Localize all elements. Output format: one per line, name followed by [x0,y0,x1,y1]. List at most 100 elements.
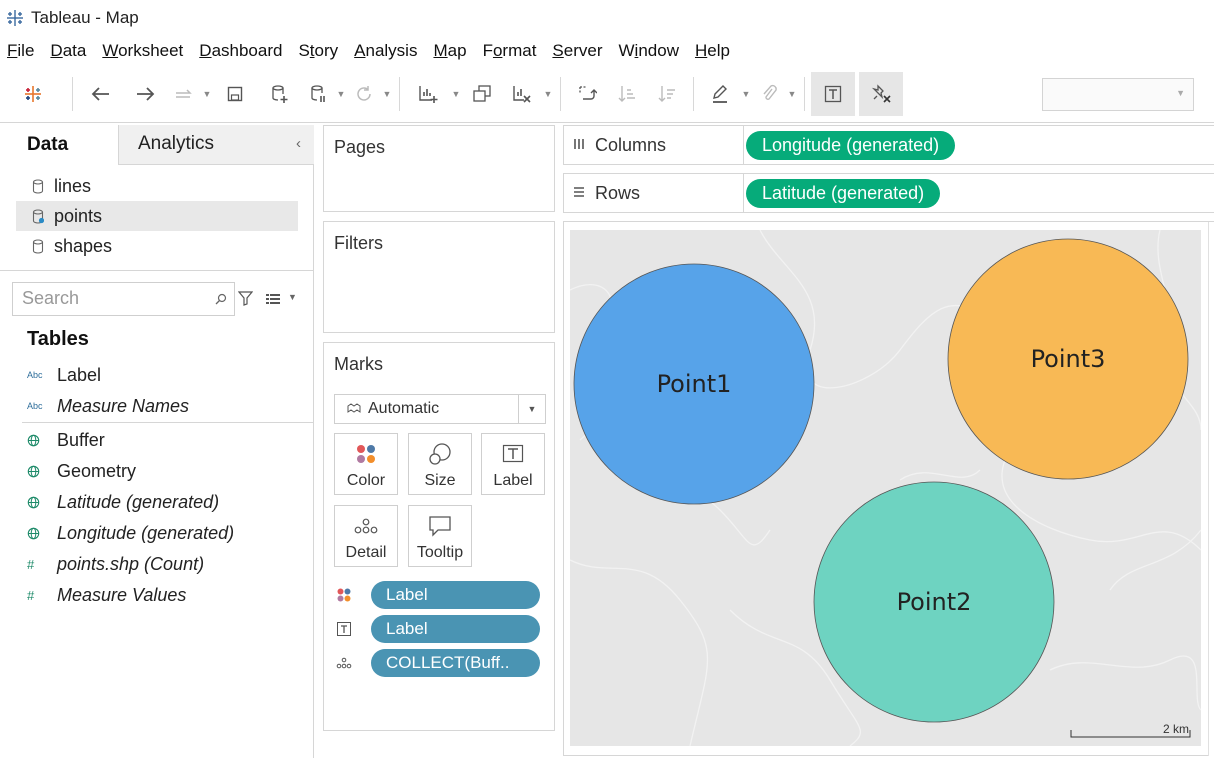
scale-label: 2 km [1163,722,1189,736]
menu-dashboard[interactable]: Dashboard [199,41,282,61]
field-item[interactable]: # Measure Values [0,580,314,610]
menu-worksheet[interactable]: Worksheet [102,41,183,61]
field-label: Longitude (generated) [57,522,235,543]
menu-analysis[interactable]: Analysis [354,41,417,61]
new-datasource-icon[interactable] [257,72,301,116]
database-icon [30,238,46,254]
redo-icon[interactable] [123,72,167,116]
latitude-pill[interactable]: Latitude (generated) [746,179,941,208]
marks-pill-row: Label [334,580,542,610]
size-button[interactable]: Size [408,433,472,495]
rows-shelf[interactable]: Rows Latitude (generated) [563,173,1214,213]
database-icon [30,178,46,194]
menu-story[interactable]: Story [298,41,338,61]
color-button[interactable]: Color [334,433,398,495]
size-label: Size [424,472,456,489]
data-pane: Data Analytics ‹ lines points shapes ▼ Tab… [0,125,314,758]
field-label: Measure Names [57,395,190,416]
clear-sheet-dropdown-icon[interactable]: ▼ [542,89,554,99]
datasource-label: lines [54,175,92,196]
undo-icon[interactable] [79,72,123,116]
refresh-dropdown-icon[interactable]: ▼ [381,89,393,99]
tooltip-label: Tooltip [416,544,464,561]
duplicate-icon[interactable] [462,72,502,116]
pages-card[interactable]: Pages [323,125,555,212]
columns-shelf[interactable]: Columns Longitude (generated) [563,125,1214,165]
field-item[interactable]: # points.shp (Count) [0,549,314,579]
menu-map[interactable]: Map [433,41,466,61]
map-view[interactable]: Point1 Point2 Point3 2 km [570,230,1201,746]
menu-file[interactable]: File [7,41,34,61]
filter-icon[interactable] [237,291,254,309]
datasource-dropdown-icon[interactable]: ▼ [335,89,347,99]
field-label: Label [57,364,102,385]
replay-dropdown-icon[interactable]: ▼ [201,89,213,99]
menu-window[interactable]: Window [619,41,679,61]
list-view-icon[interactable] [266,292,280,308]
group-icon[interactable] [752,72,786,116]
show-labels-icon[interactable] [811,72,855,116]
datasource-item[interactable]: shapes [16,231,298,261]
detail-label: Detail [345,544,387,561]
tab-data[interactable]: Data [0,125,119,165]
tableau-icon[interactable] [0,72,66,116]
sort-descending-icon[interactable] [647,72,687,116]
refresh-icon[interactable] [347,72,381,116]
title-bar: Tableau - Map [0,0,1214,36]
save-icon[interactable] [213,72,257,116]
pause-updates-icon[interactable] [301,72,335,116]
datasource-label: shapes [54,235,113,256]
pane-tabs: Data Analytics ‹ [0,125,314,165]
field-item[interactable]: Abc Measure Names [0,391,314,421]
marks-card: Marks Automatic ▼ Color Size Label Detai… [323,342,555,731]
search-input[interactable] [22,283,212,313]
toolbar-dropdown[interactable]: ▼ [1042,78,1194,111]
collect-buffer-pill[interactable]: COLLECT(Buff.. [371,649,540,677]
datasource-item[interactable]: lines [16,171,298,201]
map-point-label: Point3 [1031,345,1106,373]
detail-button[interactable]: Detail [334,505,398,567]
field-item[interactable]: Latitude (generated) [0,487,314,517]
new-worksheet-icon[interactable] [406,72,450,116]
highlight-dropdown-icon[interactable]: ▼ [740,89,752,99]
datasource-item[interactable]: points [16,201,298,231]
replay-icon[interactable] [167,72,201,116]
mark-type-select[interactable]: Automatic ▼ [334,394,546,424]
menu-server[interactable]: Server [552,41,602,61]
longitude-pill[interactable]: Longitude (generated) [746,131,956,160]
label-color-pill[interactable]: Label [371,581,540,609]
label-button[interactable]: Label [481,433,545,495]
field-label: points.shp (Count) [57,553,205,574]
menu-format[interactable]: Format [483,41,537,61]
fix-axes-icon[interactable] [859,72,903,116]
clear-sheet-icon[interactable] [502,72,542,116]
search-field[interactable] [12,282,235,316]
highlight-icon[interactable] [700,72,740,116]
rows-label: Rows [595,182,641,203]
globe-icon [27,496,49,509]
field-item[interactable]: Longitude (generated) [0,518,314,548]
view-dropdown-icon[interactable]: ▼ [288,292,297,302]
pages-title: Pages [334,137,386,157]
filters-card[interactable]: Filters [323,221,555,333]
view-area: Point1 Point2 Point3 2 km [563,221,1214,756]
menu-data[interactable]: Data [50,41,86,61]
chevron-down-icon: ▼ [1176,88,1185,98]
collapse-pane-icon[interactable]: ‹ [296,135,301,152]
swap-icon[interactable] [567,72,607,116]
menu-help[interactable]: Help [695,41,730,61]
sort-ascending-icon[interactable] [607,72,647,116]
label-text-pill[interactable]: Label [371,615,540,643]
field-item[interactable]: Buffer [0,425,314,455]
tab-analytics[interactable]: Analytics [138,133,214,155]
field-label: Measure Values [57,584,187,605]
group-dropdown-icon[interactable]: ▼ [786,89,798,99]
view-scrollbar[interactable] [1208,222,1214,756]
field-item[interactable]: Geometry [0,456,314,486]
new-worksheet-dropdown-icon[interactable]: ▼ [450,89,462,99]
number-type-icon: # [27,587,35,603]
map-point-label: Point2 [897,588,972,616]
globe-icon [27,527,49,540]
tooltip-button[interactable]: Tooltip [408,505,472,567]
field-item[interactable]: Abc Label [0,360,314,390]
